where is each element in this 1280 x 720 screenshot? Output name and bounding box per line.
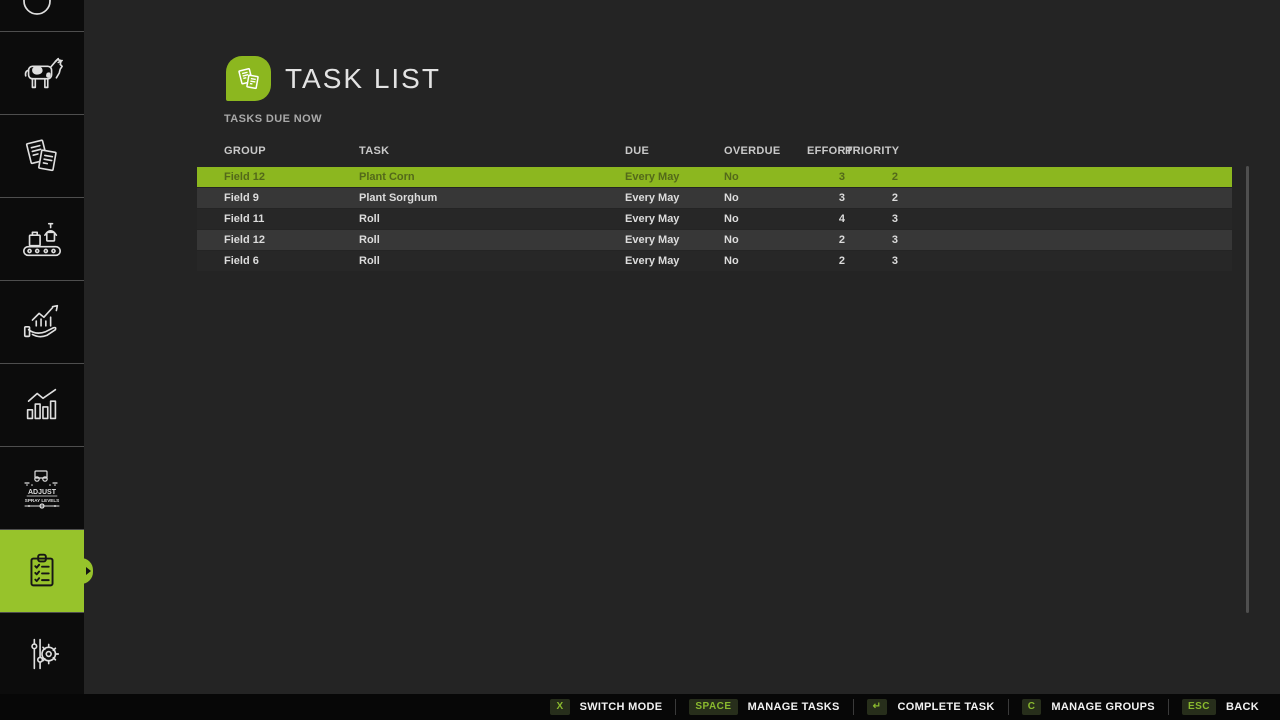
key-space: SPACE (689, 699, 737, 715)
cell-task: Roll (359, 234, 625, 246)
hotkey-manage-groups[interactable]: C MANAGE GROUPS (1008, 699, 1168, 715)
column-header-effort: EFFORT (807, 145, 845, 157)
cell-effort: 2 (807, 255, 845, 267)
section-label: TASKS DUE NOW (224, 113, 322, 125)
column-header-priority: PRIORITY (845, 145, 898, 157)
sales-hand-chart-icon (19, 299, 65, 345)
cell-effort: 4 (807, 213, 845, 225)
table-header-row: GROUP TASK DUE OVERDUE EFFORT PRIORITY (197, 144, 1232, 158)
cell-effort: 3 (807, 171, 845, 183)
cell-due: Every May (625, 192, 724, 204)
cow-icon (19, 50, 65, 96)
page-header: TASK LIST (226, 56, 441, 101)
key-x: X (550, 699, 569, 715)
cell-group: Field 12 (224, 171, 359, 183)
cell-overdue: No (724, 171, 807, 183)
cell-due: Every May (625, 213, 724, 225)
cell-priority: 2 (845, 192, 898, 204)
table-row[interactable]: Field 11 Roll Every May No 4 3 (197, 209, 1232, 229)
key-esc: ESC (1182, 699, 1216, 715)
documents-icon (234, 64, 264, 94)
cell-due: Every May (625, 171, 724, 183)
selected-tab-pointer (81, 558, 93, 584)
cell-group: Field 11 (224, 213, 359, 225)
cell-overdue: No (724, 234, 807, 246)
hotkey-manage-tasks[interactable]: SPACE MANAGE TASKS (675, 699, 852, 715)
cell-priority: 2 (845, 171, 898, 183)
sidebar: ADJUST SPRAY LEVELS (0, 0, 84, 694)
hotkey-switch-mode[interactable]: X SWITCH MODE (537, 699, 675, 715)
cell-group: Field 12 (224, 234, 359, 246)
cell-priority: 3 (845, 213, 898, 225)
table-row[interactable]: Field 12 Plant Corn Every May No 3 2 (197, 167, 1232, 187)
circle-icon (0, 0, 84, 31)
key-enter-return-icon: ↵ (867, 699, 888, 715)
sidebar-item-statistics[interactable] (0, 363, 84, 446)
hotkey-label: COMPLETE TASK (897, 701, 994, 713)
table-row[interactable]: Field 6 Roll Every May No 2 3 (197, 251, 1232, 271)
hotkey-label: BACK (1226, 701, 1259, 713)
sidebar-item-top[interactable] (0, 0, 84, 31)
bar-chart-icon (19, 382, 65, 428)
cell-overdue: No (724, 255, 807, 267)
adjust-spray-levels-icon: ADJUST SPRAY LEVELS (17, 463, 67, 513)
cell-task: Plant Sorghum (359, 192, 625, 204)
hotkey-bar: X SWITCH MODE SPACE MANAGE TASKS ↵ COMPL… (0, 694, 1280, 720)
table-body: Field 12 Plant Corn Every May No 3 2 Fie… (197, 167, 1232, 271)
production-icon (19, 216, 65, 262)
cell-priority: 3 (845, 255, 898, 267)
cell-overdue: No (724, 192, 807, 204)
cell-due: Every May (625, 234, 724, 246)
column-header-due: DUE (625, 145, 724, 157)
cell-effort: 3 (807, 192, 845, 204)
cell-due: Every May (625, 255, 724, 267)
key-c: C (1022, 699, 1042, 715)
hotkey-label: SWITCH MODE (580, 701, 663, 713)
cell-overdue: No (724, 213, 807, 225)
sidebar-item-settings[interactable] (0, 612, 84, 695)
cell-task: Plant Corn (359, 171, 625, 183)
settings-sliders-gear-icon (19, 631, 65, 677)
documents-icon (19, 133, 65, 179)
table-row[interactable]: Field 9 Plant Sorghum Every May No 3 2 (197, 188, 1232, 208)
sidebar-item-production[interactable] (0, 197, 84, 280)
table-scrollbar[interactable] (1246, 166, 1249, 613)
cell-effort: 2 (807, 234, 845, 246)
cell-task: Roll (359, 255, 625, 267)
spray-icon-text-2: SPRAY LEVELS (25, 498, 59, 503)
task-table: GROUP TASK DUE OVERDUE EFFORT PRIORITY F… (197, 144, 1232, 272)
spray-icon-text-1: ADJUST (28, 489, 57, 496)
column-header-group: GROUP (224, 145, 359, 157)
column-header-overdue: OVERDUE (724, 145, 807, 157)
cell-group: Field 6 (224, 255, 359, 267)
sidebar-item-animals[interactable] (0, 31, 84, 114)
cell-task: Roll (359, 213, 625, 225)
hotkey-back[interactable]: ESC BACK (1168, 699, 1272, 715)
page-title: TASK LIST (285, 63, 441, 95)
sidebar-item-contracts[interactable] (0, 114, 84, 197)
hotkey-label: MANAGE TASKS (748, 701, 840, 713)
cell-group: Field 9 (224, 192, 359, 204)
sidebar-item-spray-levels[interactable]: ADJUST SPRAY LEVELS (0, 446, 84, 529)
hotkey-complete-task[interactable]: ↵ COMPLETE TASK (853, 699, 1008, 715)
sidebar-item-task-list[interactable] (0, 529, 84, 612)
column-header-task: TASK (359, 145, 625, 157)
table-row[interactable]: Field 12 Roll Every May No 2 3 (197, 230, 1232, 250)
task-list-title-icon (226, 56, 271, 101)
task-list-clipboard-icon (19, 548, 65, 594)
hotkey-label: MANAGE GROUPS (1051, 701, 1155, 713)
sidebar-item-sales[interactable] (0, 280, 84, 363)
cell-priority: 3 (845, 234, 898, 246)
